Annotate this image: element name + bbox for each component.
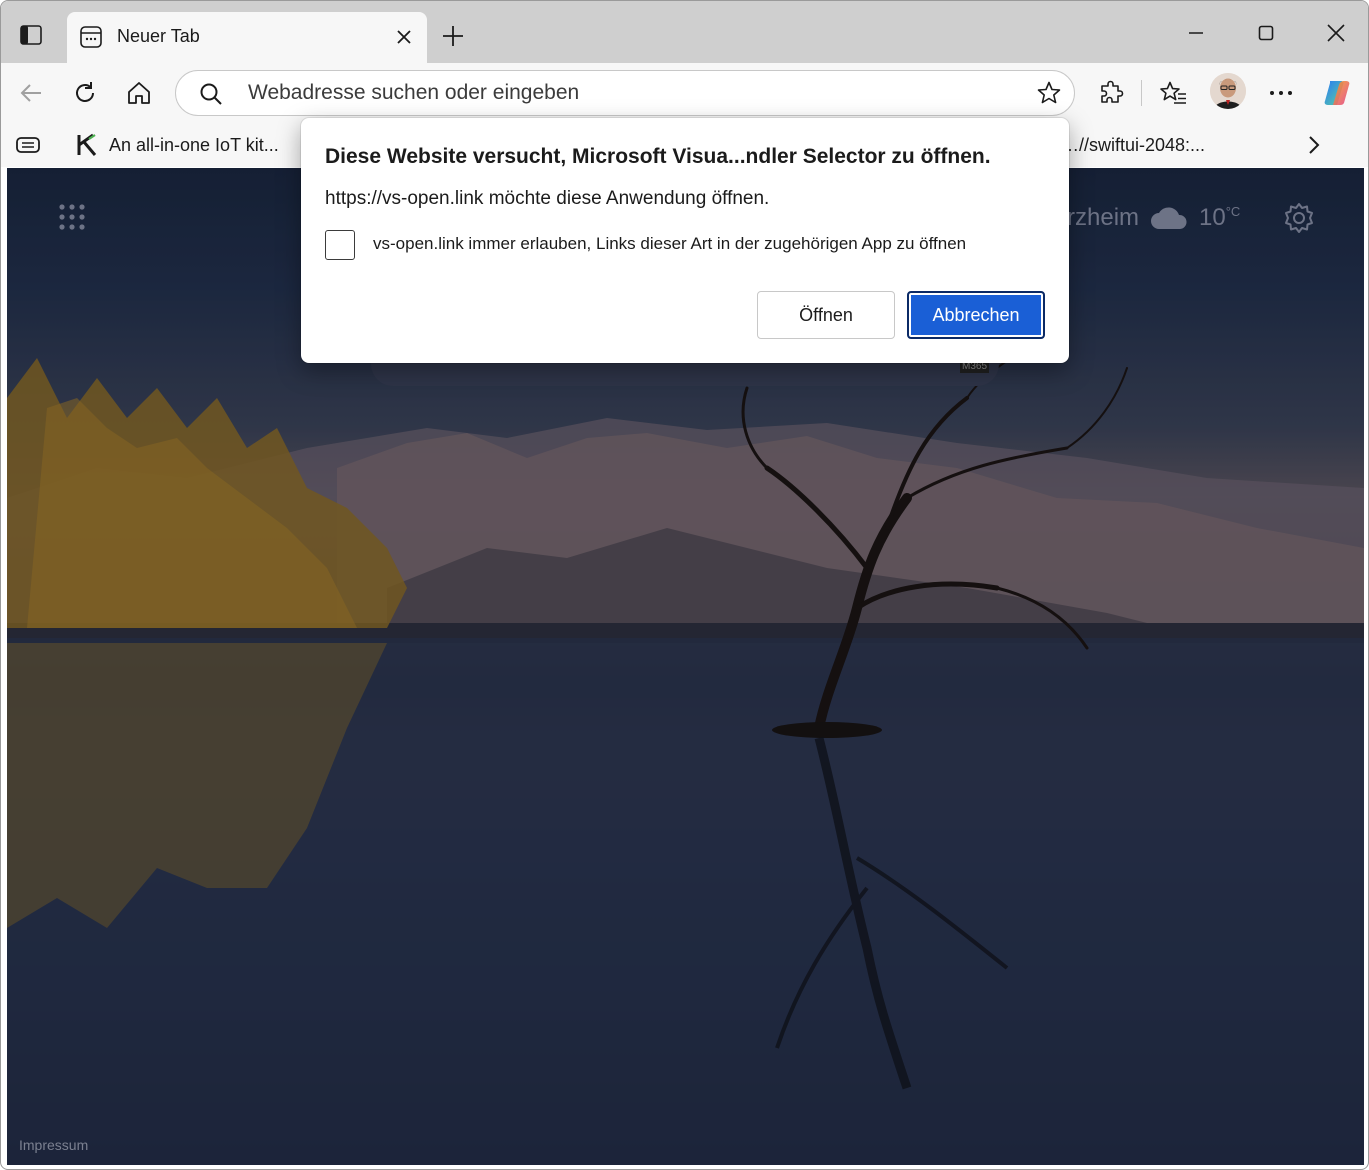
maximize-icon [1258,25,1274,41]
close-icon [1327,24,1345,42]
always-allow-label[interactable]: vs-open.link immer erlauben, Links diese… [373,234,966,254]
home-button[interactable] [121,75,157,111]
apps-grid-icon [59,204,85,230]
weather-widget[interactable]: rzheim 10°C [1067,204,1240,232]
search-icon [200,83,222,105]
open-app-dialog: Diese Website versucht, Microsoft Visua.… [301,118,1069,363]
cancel-button[interactable]: Abbrechen [907,291,1045,339]
iot-kit-favicon [77,133,97,156]
favorites-icon [1160,81,1186,104]
extensions-button[interactable] [1093,75,1129,111]
open-button[interactable]: Öffnen [757,291,895,339]
address-input[interactable] [248,71,1008,115]
avatar-icon [1210,73,1246,109]
tab-actions-icon [20,25,42,45]
weather-temperature: 10°C [1199,204,1240,232]
dialog-title: Diese Website versucht, Microsoft Visua.… [325,145,991,168]
toolbar-divider [1141,80,1142,106]
address-bar[interactable] [175,70,1075,116]
back-button[interactable] [13,75,49,111]
favorites-button[interactable] [1155,75,1191,111]
chevron-right-icon [1309,136,1320,154]
tab-active[interactable]: Neuer Tab [67,12,427,63]
new-tab-button[interactable] [438,21,468,51]
minimize-icon [1189,32,1203,34]
plus-icon [443,26,463,46]
browser-window: Neuer Tab Webadresse suchen oder eingebe… [0,0,1369,1170]
extensions-icon [1101,80,1124,103]
back-icon [20,84,41,102]
profile-avatar[interactable] [1210,73,1246,109]
page-settings-button[interactable] [1283,202,1315,239]
dialog-message: https://vs-open.link möchte diese Anwend… [325,188,770,209]
tab-strip: Neuer Tab [1,1,1368,63]
tab-close-button[interactable] [391,24,417,50]
collections-icon [16,137,40,153]
tab-title: Neuer Tab [117,26,200,46]
close-icon [397,30,411,44]
copilot-button[interactable] [1319,75,1355,111]
refresh-button[interactable] [67,75,103,111]
maximize-button[interactable] [1243,15,1289,51]
collections-button[interactable] [15,131,41,159]
cloud-icon [1151,207,1187,229]
more-button[interactable] [1263,75,1299,111]
impressum-link[interactable]: Impressum [19,1137,88,1153]
copilot-icon [1324,81,1350,105]
toolbar [1,63,1368,123]
favorite-item-swiftui-2048[interactable]: …//swiftui-2048:... [1061,131,1205,159]
temperature-value: 10 [1199,204,1226,231]
gear-icon [1285,203,1313,233]
home-icon [128,82,150,104]
favorite-item-iot-kit[interactable]: An all-in-one IoT kit... [75,131,279,159]
apps-launcher-button[interactable] [57,202,87,237]
always-allow-checkbox[interactable] [325,230,355,260]
favorite-label: An all-in-one IoT kit... [109,134,279,155]
favorites-overflow-button[interactable] [1307,131,1321,159]
minimize-button[interactable] [1173,15,1219,51]
tab-actions-button[interactable] [13,19,49,51]
refresh-icon [76,82,94,102]
weather-location: rzheim [1067,204,1140,231]
star-icon[interactable] [1036,80,1062,106]
favorite-label: …//swiftui-2048:... [1061,134,1206,155]
temperature-unit: °C [1225,204,1241,219]
close-window-button[interactable] [1313,15,1359,51]
tab-favicon [80,26,102,48]
more-icon [1270,91,1292,95]
